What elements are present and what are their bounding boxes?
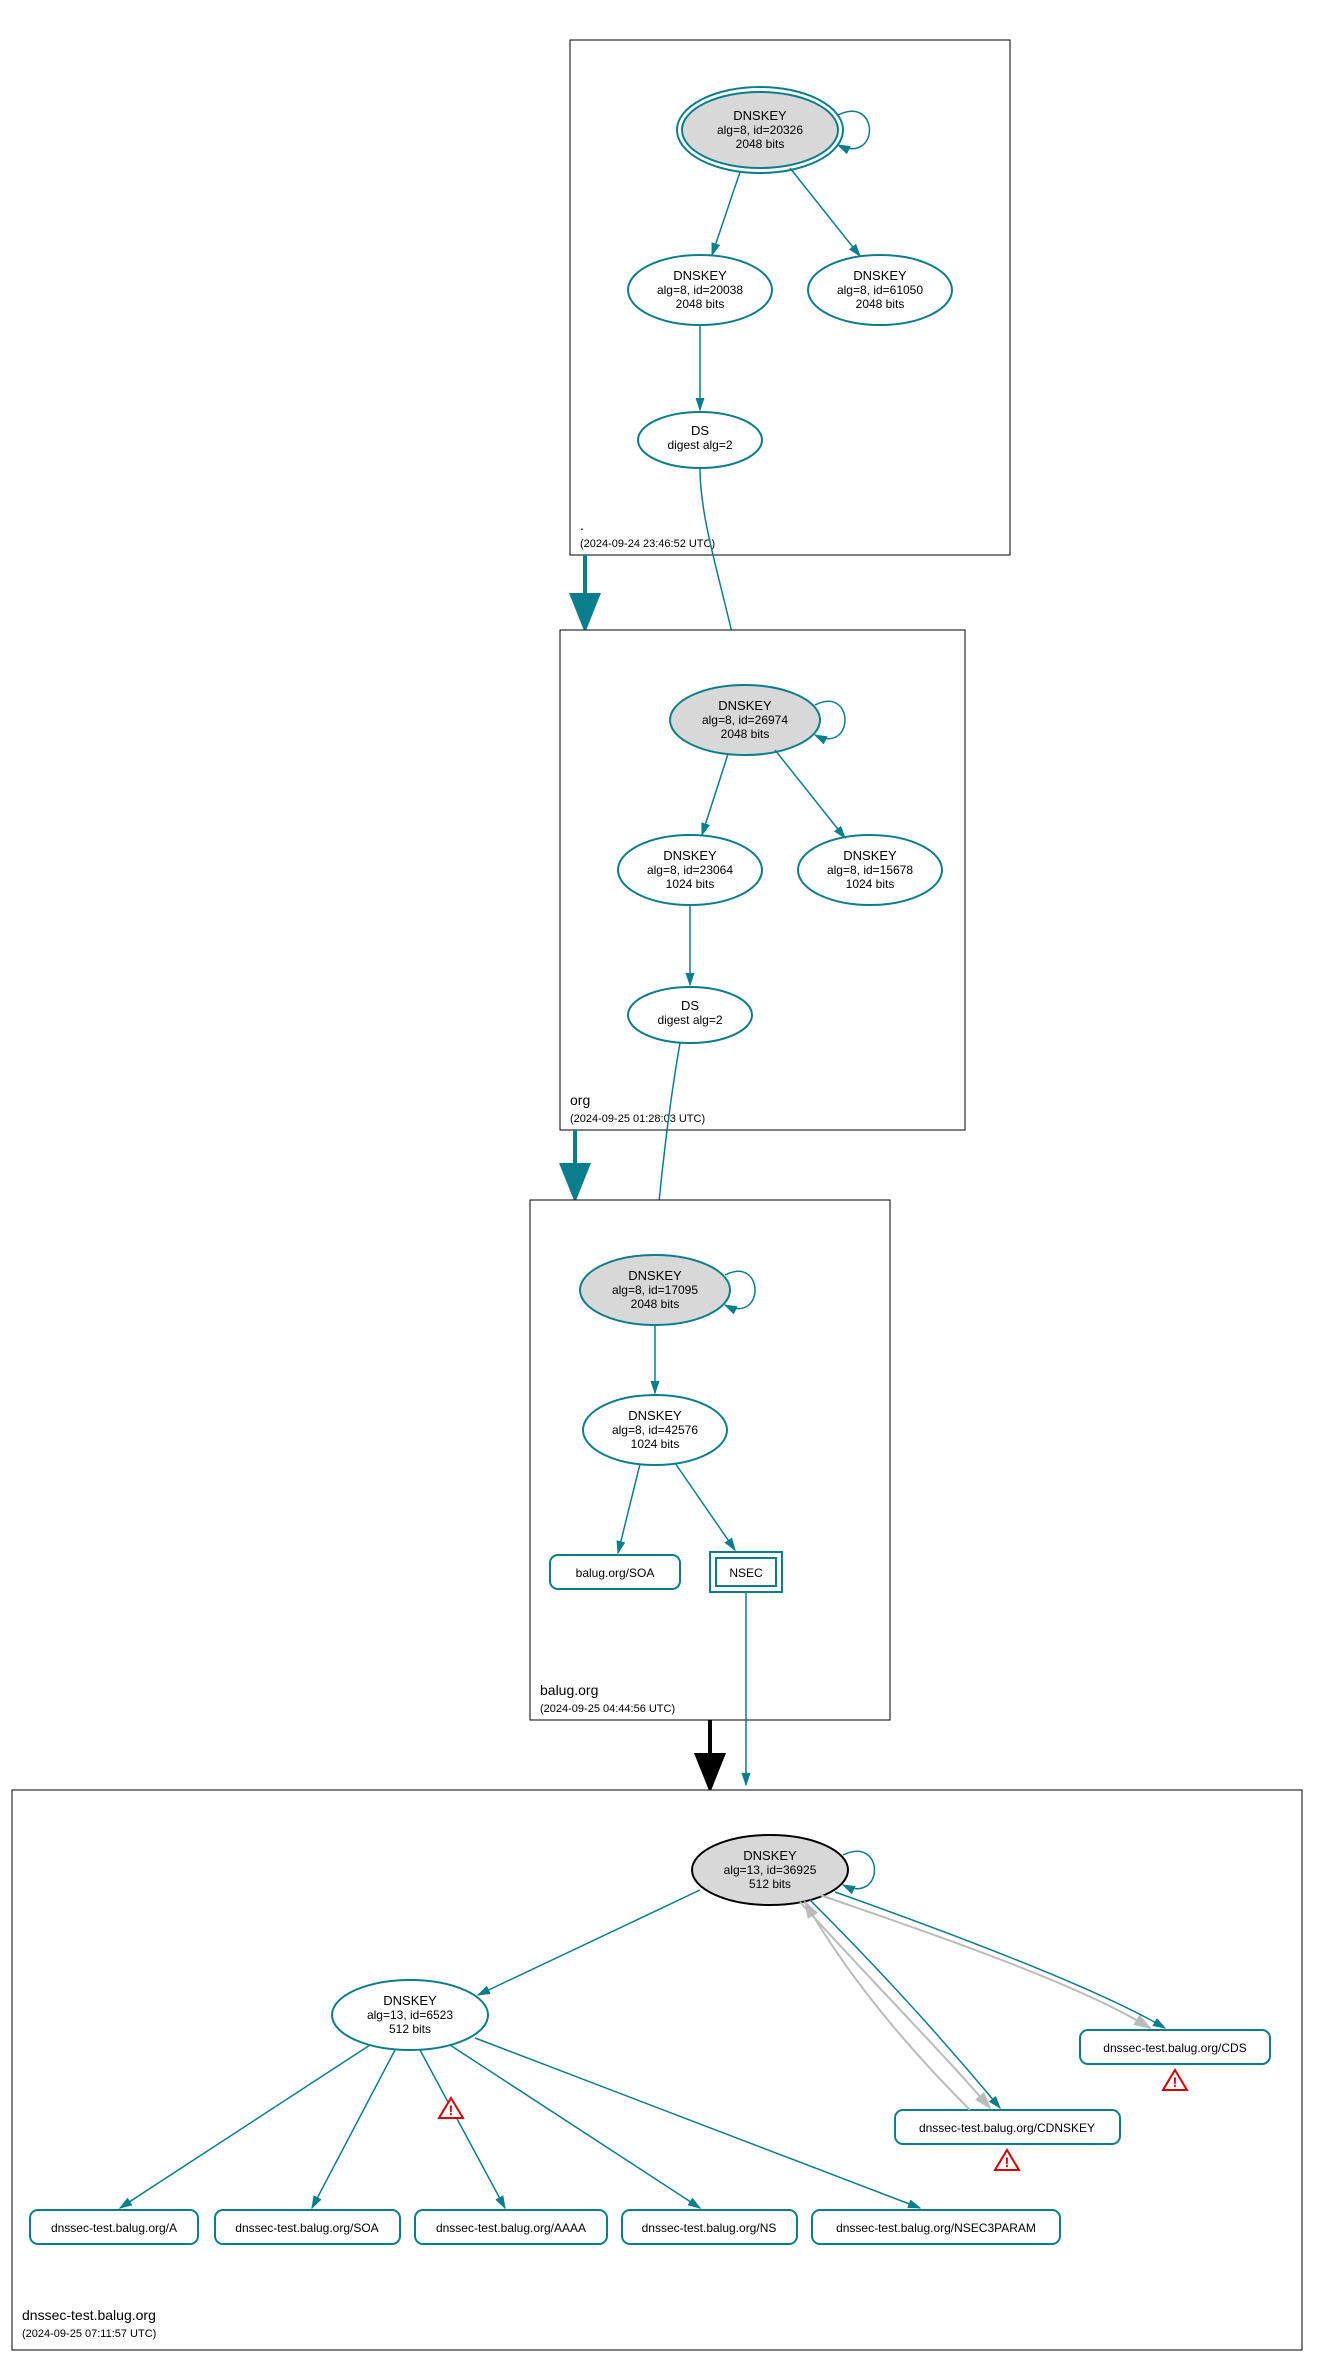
svg-text:digest alg=2: digest alg=2 [667, 438, 732, 452]
svg-text:!: ! [449, 2102, 454, 2118]
svg-text:DNSKEY: DNSKEY [628, 1268, 682, 1283]
zone-root-label: . [580, 517, 584, 533]
zone-balug-label: balug.org [540, 1682, 598, 1698]
dns-zsk: DNSKEY alg=13, id=6523 512 bits [332, 1980, 488, 2050]
svg-text:alg=8, id=20038: alg=8, id=20038 [657, 283, 743, 297]
svg-text:DNSKEY: DNSKEY [718, 698, 772, 713]
svg-text:alg=13, id=36925: alg=13, id=36925 [724, 1863, 817, 1877]
svg-text:alg=8, id=15678: alg=8, id=15678 [827, 863, 913, 877]
org-ds: DS digest alg=2 [628, 987, 752, 1043]
balug-nsec: NSEC [710, 1552, 782, 1592]
svg-text:2048 bits: 2048 bits [856, 297, 905, 311]
svg-text:DNSKEY: DNSKEY [673, 268, 727, 283]
svg-text:alg=8, id=26974: alg=8, id=26974 [702, 713, 788, 727]
leaf-cds: dnssec-test.balug.org/CDS [1080, 2030, 1270, 2064]
org-zsk2: DNSKEY alg=8, id=15678 1024 bits [798, 835, 942, 905]
zone-dnssec-label: dnssec-test.balug.org [22, 2307, 156, 2323]
svg-text:alg=13, id=6523: alg=13, id=6523 [367, 2008, 453, 2022]
org-zsk1: DNSKEY alg=8, id=23064 1024 bits [618, 835, 762, 905]
svg-text:1024 bits: 1024 bits [846, 877, 895, 891]
svg-text:DNSKEY: DNSKEY [843, 848, 897, 863]
svg-text:DS: DS [691, 423, 709, 438]
dnssec-diagram: . (2024-09-24 23:46:52 UTC) DNSKEY alg=8… [0, 0, 1320, 2368]
svg-text:DNSKEY: DNSKEY [733, 108, 787, 123]
svg-text:alg=8, id=23064: alg=8, id=23064 [647, 863, 733, 877]
svg-text:alg=8, id=42576: alg=8, id=42576 [612, 1423, 698, 1437]
svg-text:dnssec-test.balug.org/SOA: dnssec-test.balug.org/SOA [235, 2221, 378, 2235]
root-ds: DS digest alg=2 [638, 412, 762, 468]
svg-text:1024 bits: 1024 bits [666, 877, 715, 891]
zone-dnssec-box [12, 1790, 1302, 2350]
svg-text:2048 bits: 2048 bits [736, 137, 785, 151]
svg-text:DNSKEY: DNSKEY [383, 1993, 437, 2008]
svg-text:512 bits: 512 bits [389, 2022, 431, 2036]
leaf-n3p: dnssec-test.balug.org/NSEC3PARAM [812, 2210, 1060, 2244]
svg-text:512 bits: 512 bits [749, 1877, 791, 1891]
leaf-ns: dnssec-test.balug.org/NS [622, 2210, 797, 2244]
root-zsk1: DNSKEY alg=8, id=20038 2048 bits [628, 255, 772, 325]
leaf-cdnskey: dnssec-test.balug.org/CDNSKEY [895, 2110, 1120, 2144]
zone-org-ts: (2024-09-25 01:28:03 UTC) [570, 1113, 705, 1125]
svg-text:dnssec-test.balug.org/CDS: dnssec-test.balug.org/CDS [1103, 2041, 1246, 2055]
leaf-aaaa: dnssec-test.balug.org/AAAA [415, 2210, 607, 2244]
org-ksk: DNSKEY alg=8, id=26974 2048 bits [670, 685, 820, 755]
svg-text:dnssec-test.balug.org/AAAA: dnssec-test.balug.org/AAAA [436, 2221, 586, 2235]
svg-text:alg=8, id=17095: alg=8, id=17095 [612, 1283, 698, 1297]
zone-root-ts: (2024-09-24 23:46:52 UTC) [580, 538, 715, 550]
svg-text:digest alg=2: digest alg=2 [657, 1013, 722, 1027]
svg-text:alg=8, id=61050: alg=8, id=61050 [837, 283, 923, 297]
root-zsk2: DNSKEY alg=8, id=61050 2048 bits [808, 255, 952, 325]
dns-ksk: DNSKEY alg=13, id=36925 512 bits [692, 1835, 848, 1905]
svg-text:DNSKEY: DNSKEY [663, 848, 717, 863]
svg-text:alg=8, id=20326: alg=8, id=20326 [717, 123, 803, 137]
svg-text:dnssec-test.balug.org/CDNSKEY: dnssec-test.balug.org/CDNSKEY [919, 2121, 1095, 2135]
svg-text:2048 bits: 2048 bits [721, 727, 770, 741]
svg-text:!: ! [1005, 2154, 1010, 2170]
zone-dnssec-ts: (2024-09-25 07:11:57 UTC) [22, 2328, 156, 2340]
svg-text:balug.org/SOA: balug.org/SOA [576, 1566, 655, 1580]
zone-org-label: org [570, 1092, 590, 1108]
balug-soa: balug.org/SOA [550, 1555, 680, 1589]
svg-text:2048 bits: 2048 bits [631, 1297, 680, 1311]
root-ksk: DNSKEY alg=8, id=20326 2048 bits [677, 87, 843, 173]
svg-text:1024 bits: 1024 bits [631, 1437, 680, 1451]
svg-text:DS: DS [681, 998, 699, 1013]
svg-text:dnssec-test.balug.org/NS: dnssec-test.balug.org/NS [642, 2221, 777, 2235]
svg-text:DNSKEY: DNSKEY [853, 268, 907, 283]
svg-text:DNSKEY: DNSKEY [743, 1848, 797, 1863]
svg-text:2048 bits: 2048 bits [676, 297, 725, 311]
svg-text:dnssec-test.balug.org/NSEC3PAR: dnssec-test.balug.org/NSEC3PARAM [836, 2221, 1036, 2235]
svg-text:dnssec-test.balug.org/A: dnssec-test.balug.org/A [51, 2221, 177, 2235]
balug-zsk: DNSKEY alg=8, id=42576 1024 bits [583, 1395, 727, 1465]
balug-ksk: DNSKEY alg=8, id=17095 2048 bits [580, 1255, 730, 1325]
svg-text:NSEC: NSEC [729, 1566, 763, 1580]
svg-text:!: ! [1173, 2074, 1178, 2090]
zone-balug-ts: (2024-09-25 04:44:56 UTC) [540, 1703, 675, 1715]
leaf-soa: dnssec-test.balug.org/SOA [215, 2210, 400, 2244]
svg-text:DNSKEY: DNSKEY [628, 1408, 682, 1423]
leaf-a: dnssec-test.balug.org/A [30, 2210, 198, 2244]
